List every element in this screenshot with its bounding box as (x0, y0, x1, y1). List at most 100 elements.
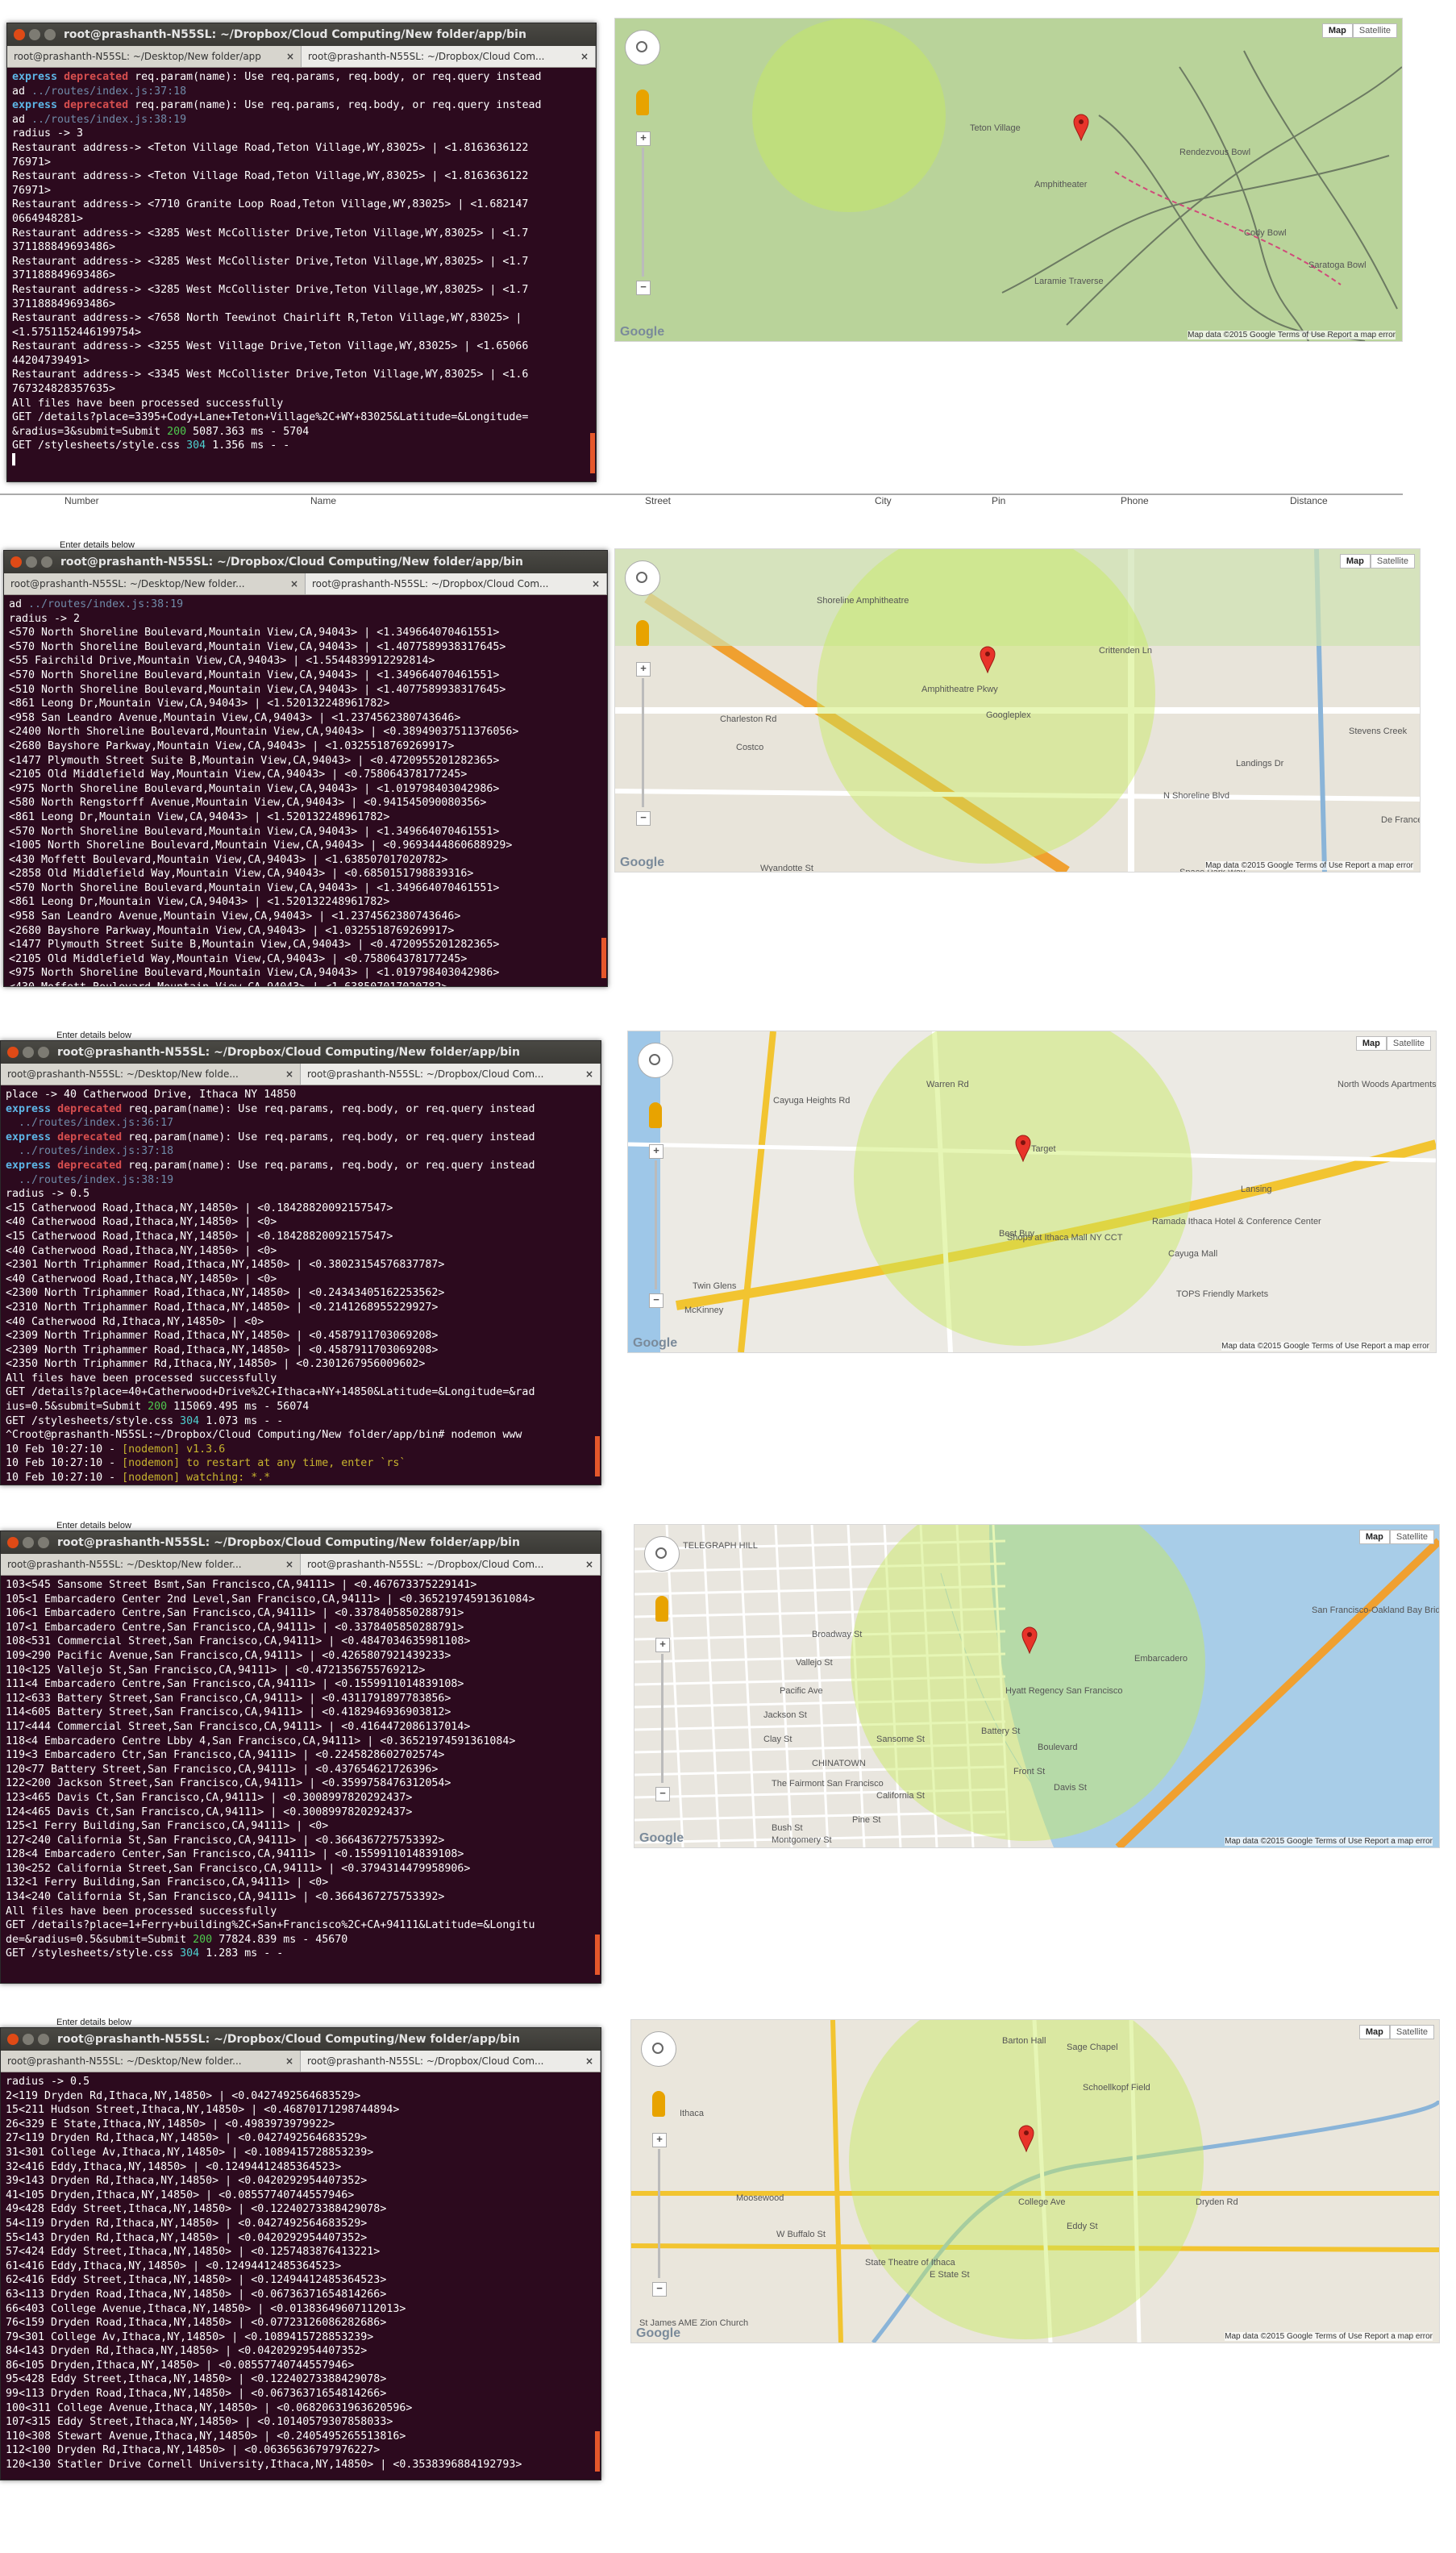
map-type-satellite-button[interactable]: Satellite (1389, 1530, 1434, 1544)
terminal-tab-dropbox[interactable]: root@prashanth-N55SL: ~/Dropbox/Cloud Co… (301, 1064, 601, 1085)
zoom-out-button[interactable]: − (652, 2282, 667, 2297)
terminal-tab-desktop[interactable]: root@prashanth-N55SL: ~/Desktop/New fold… (1, 1554, 301, 1575)
google-map[interactable]: TELEGRAPH HILL Broadway St Vallejo St Pacif… (634, 1524, 1440, 1848)
pan-control[interactable] (644, 1536, 680, 1572)
pan-control[interactable] (625, 560, 660, 596)
terminal-tab-dropbox[interactable]: root@prashanth-N55SL: ~/Dropbox/Cloud Co… (301, 1554, 601, 1575)
terminal-output[interactable]: place -> 40 Catherwood Drive, Ithaca NY … (1, 1085, 601, 1485)
terminal-window[interactable]: root@prashanth-N55SL: ~/Dropbox/Cloud Co… (6, 23, 597, 482)
close-tab-icon[interactable]: × (585, 2055, 593, 2067)
terminal-tab-dropbox[interactable]: root@prashanth-N55SL: ~/Dropbox/Cloud Co… (302, 46, 596, 67)
pan-control[interactable] (625, 30, 660, 65)
minimize-window-button[interactable] (26, 556, 37, 568)
terminal-titlebar[interactable]: root@prashanth-N55SL: ~/Dropbox/Cloud Co… (1, 1531, 601, 1554)
close-window-button[interactable] (7, 2034, 19, 2045)
terminal-titlebar[interactable]: root@prashanth-N55SL: ~/Dropbox/Cloud Co… (7, 23, 596, 46)
map-type-satellite-button[interactable]: Satellite (1386, 1036, 1431, 1051)
terminal-titlebar[interactable]: root@prashanth-N55SL: ~/Dropbox/Cloud Co… (1, 1041, 601, 1064)
terminal-tab-desktop[interactable]: root@prashanth-N55SL: ~/Desktop/New fold… (1, 1064, 301, 1085)
zoom-in-button[interactable]: + (649, 1144, 664, 1159)
map-type-map-button[interactable]: Map (1339, 554, 1371, 568)
minimize-window-button[interactable] (29, 29, 40, 40)
zoom-out-button[interactable]: − (636, 281, 651, 295)
zoom-in-button[interactable]: + (652, 2133, 667, 2147)
map-type-map-button[interactable]: Map (1355, 1036, 1387, 1051)
location-marker-icon[interactable] (1021, 1626, 1038, 1655)
close-window-button[interactable] (7, 1047, 19, 1058)
close-tab-icon[interactable]: × (286, 51, 294, 62)
terminal-window[interactable]: root@prashanth-N55SL: ~/Dropbox/Cloud Co… (0, 1531, 601, 1984)
street-view-pegman-icon[interactable] (636, 620, 649, 646)
maximize-window-button[interactable] (38, 1047, 49, 1058)
zoom-slider[interactable] (661, 1654, 664, 1783)
terminal-scrollbar[interactable] (595, 1935, 600, 1975)
maximize-window-button[interactable] (38, 2034, 49, 2045)
zoom-out-button[interactable]: − (649, 1293, 664, 1308)
terminal-scrollbar[interactable] (601, 938, 606, 978)
map-attribution[interactable]: Map data ©2015 Google Terms of Use Repor… (1205, 861, 1413, 870)
zoom-in-button[interactable]: + (636, 131, 651, 146)
close-window-button[interactable] (7, 1537, 19, 1548)
terminal-scrollbar[interactable] (595, 1436, 600, 1476)
close-window-button[interactable] (14, 29, 25, 40)
map-attribution[interactable]: Map data ©2015 Google Terms of Use Repor… (1221, 1342, 1429, 1351)
map-type-map-button[interactable]: Map (1358, 1530, 1390, 1544)
close-tab-icon[interactable]: × (592, 578, 600, 589)
terminal-window[interactable]: root@prashanth-N55SL: ~/Dropbox/Cloud Co… (0, 2027, 601, 2480)
google-map[interactable]: Teton Village Laramie Traverse Rendezvous … (614, 18, 1403, 342)
maximize-window-button[interactable] (41, 556, 52, 568)
pan-control[interactable] (641, 2031, 676, 2067)
map-type-map-button[interactable]: Map (1358, 2025, 1390, 2039)
location-marker-icon[interactable] (1018, 2125, 1034, 2153)
street-view-pegman-icon[interactable] (649, 1102, 662, 1128)
pan-control[interactable] (638, 1043, 673, 1078)
zoom-slider[interactable] (658, 2149, 660, 2278)
terminal-output[interactable]: radius -> 0.5 2<119 Dryden Rd,Ithaca,NY,1… (1, 2072, 601, 2475)
terminal-scrollbar[interactable] (590, 433, 595, 473)
terminal-titlebar[interactable]: root@prashanth-N55SL: ~/Dropbox/Cloud Co… (1, 2028, 601, 2051)
location-marker-icon[interactable] (1073, 114, 1089, 142)
close-tab-icon[interactable]: × (290, 578, 298, 589)
zoom-out-button[interactable]: − (636, 811, 651, 826)
map-attribution[interactable]: Map data ©2015 Google Terms of Use Repor… (1188, 331, 1396, 339)
minimize-window-button[interactable] (23, 1537, 34, 1548)
zoom-in-button[interactable]: + (636, 662, 651, 677)
terminal-scrollbar[interactable] (595, 2431, 600, 2472)
terminal-tab-dropbox[interactable]: root@prashanth-N55SL: ~/Dropbox/Cloud Co… (306, 573, 607, 594)
terminal-tab-desktop[interactable]: root@prashanth-N55SL: ~/Desktop/New fold… (4, 573, 306, 594)
close-tab-icon[interactable]: × (285, 1559, 293, 1570)
close-tab-icon[interactable]: × (585, 1559, 593, 1570)
maximize-window-button[interactable] (38, 1537, 49, 1548)
map-type-map-button[interactable]: Map (1321, 23, 1353, 38)
zoom-in-button[interactable]: + (655, 1638, 670, 1652)
zoom-slider[interactable] (642, 148, 644, 277)
google-map[interactable]: North Woods Apartments Lansing Shops at It… (627, 1031, 1437, 1353)
map-type-satellite-button[interactable]: Satellite (1352, 23, 1397, 38)
close-tab-icon[interactable]: × (580, 51, 589, 62)
street-view-pegman-icon[interactable] (652, 2091, 665, 2117)
terminal-tab-desktop[interactable]: root@prashanth-N55SL: ~/Desktop/New fold… (7, 46, 302, 67)
minimize-window-button[interactable] (23, 1047, 34, 1058)
map-attribution[interactable]: Map data ©2015 Google Terms of Use Repor… (1225, 1837, 1433, 1846)
location-marker-icon[interactable] (980, 646, 996, 674)
terminal-output[interactable]: ad ../routes/index.js:38:19 radius -> 2 <5… (4, 595, 607, 986)
terminal-window[interactable]: root@prashanth-N55SL: ~/Dropbox/Cloud Co… (3, 550, 608, 987)
map-type-satellite-button[interactable]: Satellite (1370, 554, 1415, 568)
terminal-tab-desktop[interactable]: root@prashanth-N55SL: ~/Desktop/New fold… (1, 2051, 301, 2072)
location-marker-icon[interactable] (1015, 1135, 1031, 1163)
google-map[interactable]: Barton Hall Sage Chapel Schoellkopf Field I… (630, 2019, 1440, 2343)
google-map[interactable]: Shoreline Amphitheatre Amphitheatre Pkwy G… (614, 548, 1421, 873)
close-window-button[interactable] (10, 556, 22, 568)
minimize-window-button[interactable] (23, 2034, 34, 2045)
terminal-titlebar[interactable]: root@prashanth-N55SL: ~/Dropbox/Cloud Co… (4, 551, 607, 573)
close-tab-icon[interactable]: × (285, 1068, 293, 1080)
terminal-output[interactable]: express deprecated req.param(name): Use … (7, 68, 596, 470)
map-attribution[interactable]: Map data ©2015 Google Terms of Use Repor… (1225, 2332, 1433, 2341)
street-view-pegman-icon[interactable] (655, 1596, 668, 1622)
close-tab-icon[interactable]: × (285, 2055, 293, 2067)
maximize-window-button[interactable] (44, 29, 56, 40)
zoom-out-button[interactable]: − (655, 1787, 670, 1801)
map-type-satellite-button[interactable]: Satellite (1389, 2025, 1434, 2039)
zoom-slider[interactable] (655, 1160, 657, 1289)
terminal-output[interactable]: 103<545 Sansome Street Bsmt,San Francisc… (1, 1576, 601, 1964)
